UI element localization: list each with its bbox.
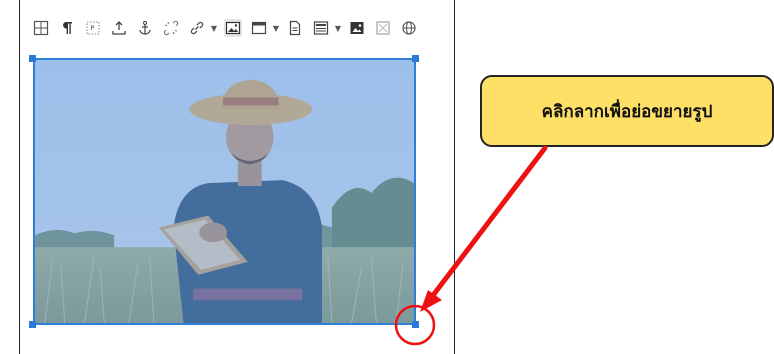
image-icon[interactable]: [224, 19, 242, 37]
template-dropdown-icon[interactable]: ▼: [334, 19, 342, 37]
page-break-icon[interactable]: P: [84, 19, 102, 37]
template-icon[interactable]: [312, 19, 330, 37]
resize-handle-bottom-right[interactable]: [412, 321, 419, 328]
instruction-callout: คลิกลากเพื่อย่อขยายรูป: [480, 75, 774, 147]
resize-handle-bottom-left[interactable]: [29, 321, 36, 328]
editor-frame: P ▼ ▼ ▼: [19, 0, 455, 354]
anchor-icon[interactable]: [136, 19, 154, 37]
selected-image[interactable]: [33, 58, 416, 325]
globe-icon[interactable]: [400, 19, 418, 37]
table-icon[interactable]: [32, 19, 50, 37]
farmer-photo: [35, 60, 414, 323]
pilcrow-icon[interactable]: [58, 19, 76, 37]
link-icon[interactable]: [188, 19, 206, 37]
insert-image-icon[interactable]: [348, 19, 366, 37]
unlink-icon[interactable]: [162, 19, 180, 37]
svg-text:P: P: [91, 25, 95, 32]
callout-text: คลิกลากเพื่อย่อขยายรูป: [541, 101, 713, 122]
media-dropdown-icon[interactable]: ▼: [272, 19, 280, 37]
resize-handle-top-left[interactable]: [29, 55, 36, 62]
document-icon[interactable]: [286, 19, 304, 37]
upload-icon[interactable]: [110, 19, 128, 37]
placeholder-icon[interactable]: [374, 19, 392, 37]
resize-handle-top-right[interactable]: [412, 55, 419, 62]
editor-toolbar: P ▼ ▼ ▼: [28, 13, 453, 43]
media-icon[interactable]: [250, 19, 268, 37]
link-dropdown-icon[interactable]: ▼: [210, 19, 218, 37]
